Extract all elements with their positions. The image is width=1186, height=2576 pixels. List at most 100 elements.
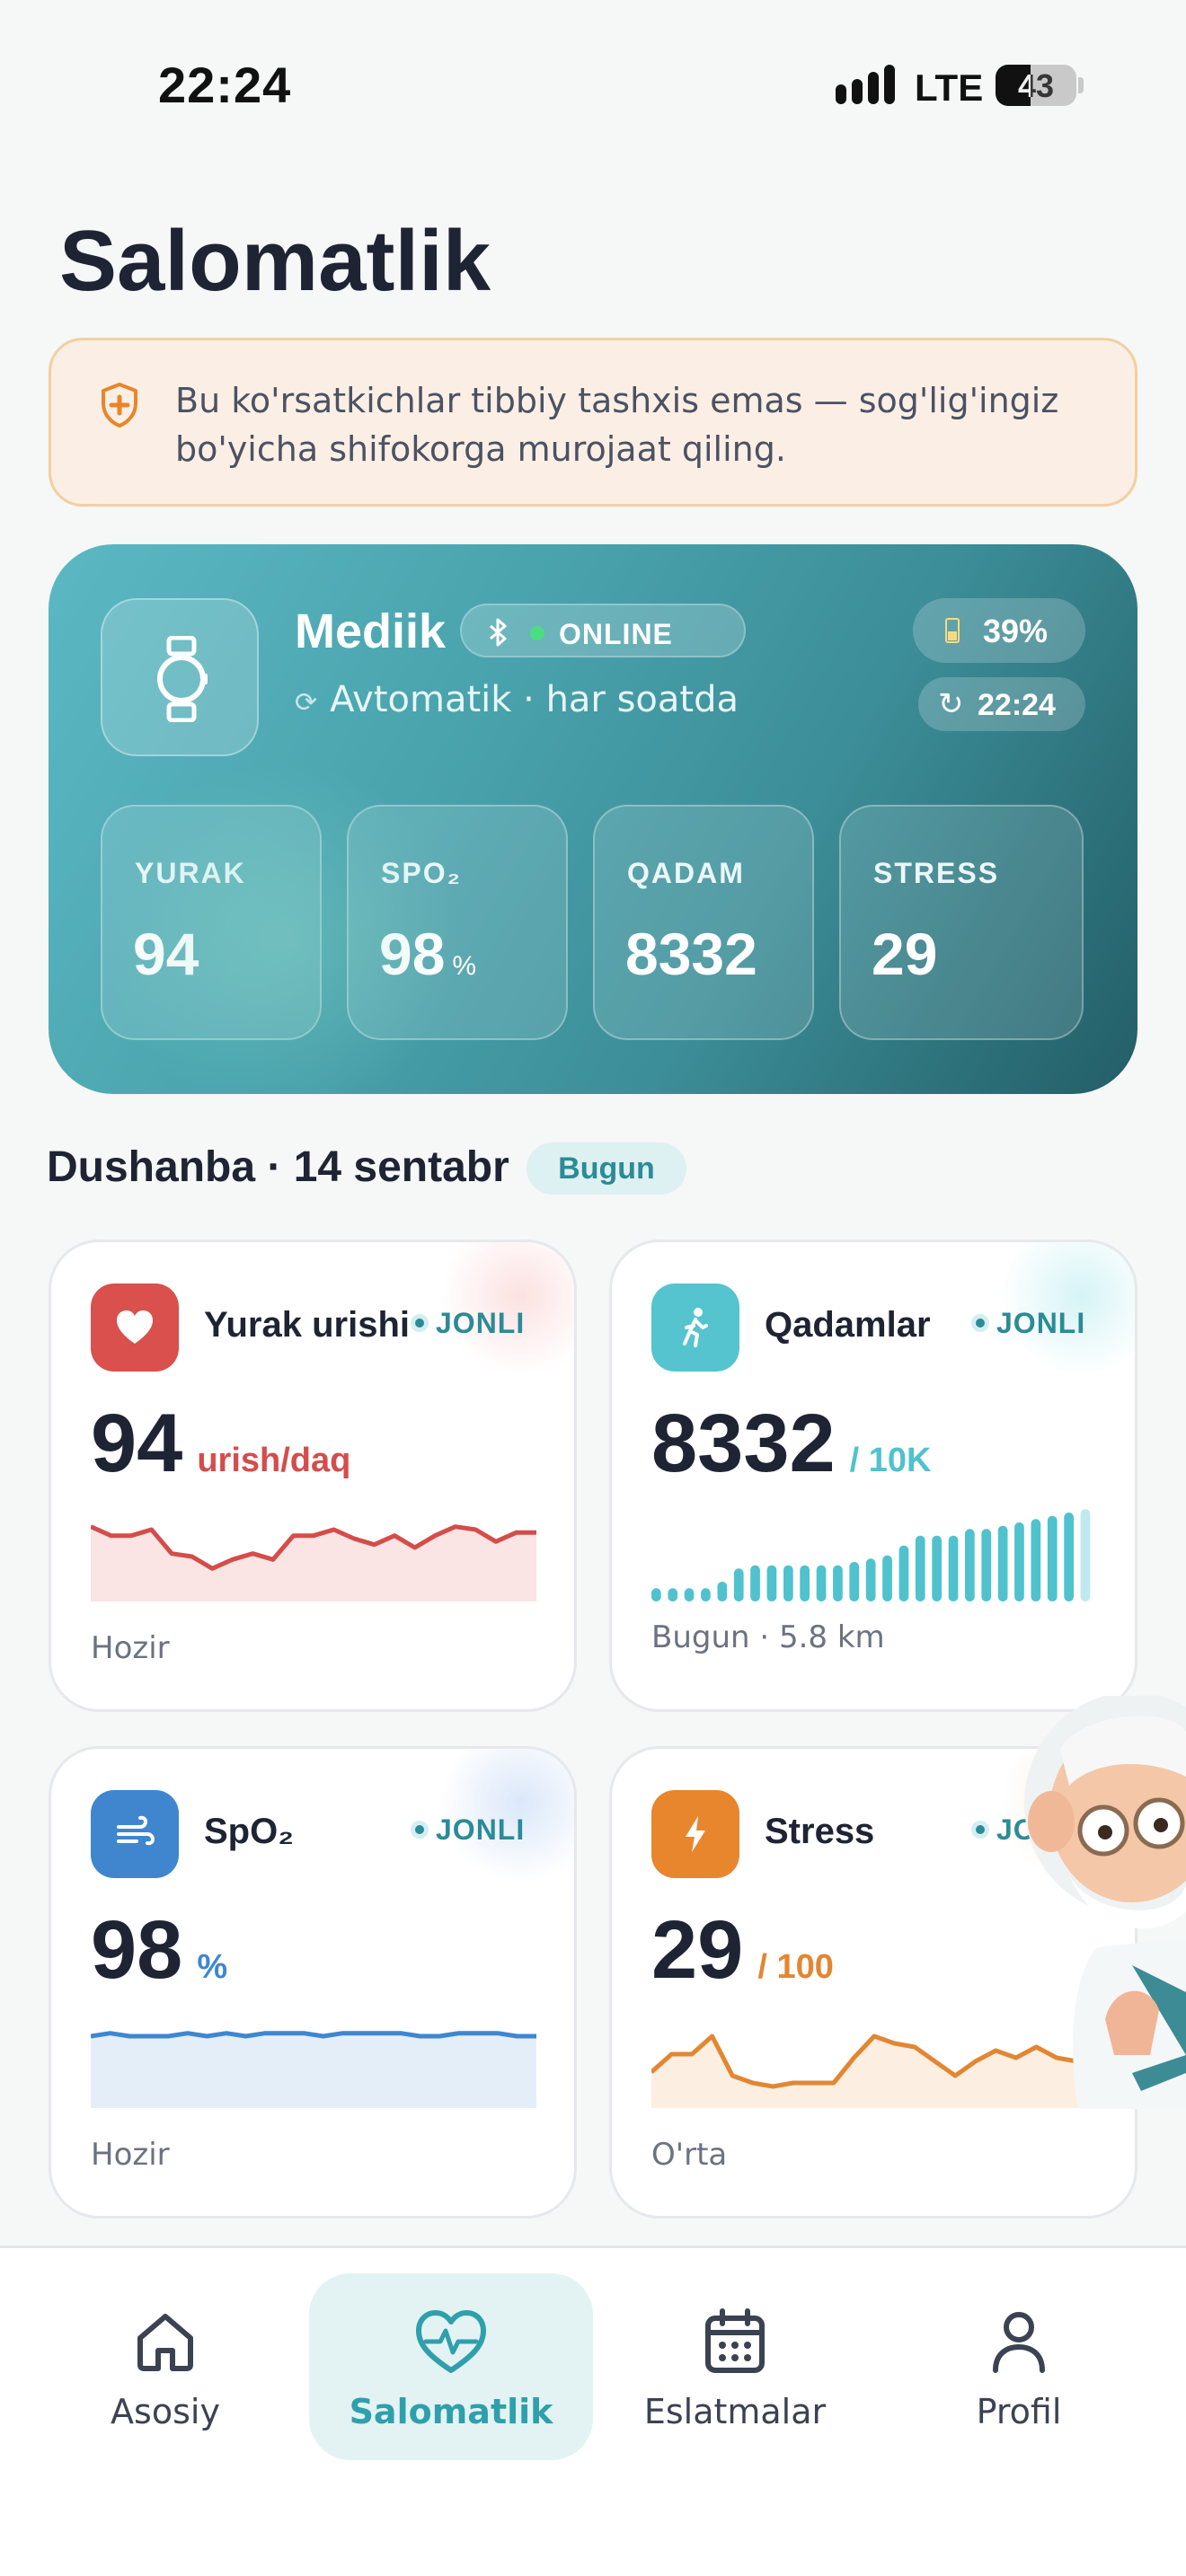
spo2-chart <box>91 2031 536 2108</box>
metric-value: 8332 <box>625 921 757 987</box>
chart-bar <box>800 1565 810 1601</box>
user-icon <box>993 2312 1045 2373</box>
chart-bar <box>1014 1522 1024 1601</box>
live-badge: JONLI <box>971 1307 1085 1340</box>
battery-icon: 43 <box>996 65 1076 106</box>
heart-rate-card[interactable]: Yurak urishi JONLI 94 urish/daq Hozir <box>49 1239 577 1712</box>
steps-value: 8332/ 10K <box>651 1398 932 1489</box>
tab-label: Salomatlik <box>349 2392 553 2431</box>
disclaimer-text: Bu ko'rsatkichlar tibbiy tashxis emas — … <box>175 381 1059 469</box>
chart-bar <box>701 1588 711 1601</box>
metric-label: YURAK <box>135 857 246 889</box>
battery-level: 43 <box>1017 67 1055 104</box>
metric-tile-steps: QADAM 8332 <box>593 805 814 1040</box>
chart-bar <box>717 1582 728 1601</box>
chart-bar <box>733 1568 744 1601</box>
chart-bar <box>816 1565 827 1601</box>
bluetooth-icon <box>490 618 507 647</box>
page-title: Salomatlik <box>59 213 491 309</box>
chart-bar <box>849 1562 860 1601</box>
live-badge: JONLI <box>411 1307 525 1340</box>
bottom-tab-bar: Asosiy Salomatlik Eslatmalar Profil <box>0 2245 1186 2576</box>
network-type: LTE <box>915 66 984 109</box>
card-footer: O'rta <box>651 2137 728 2173</box>
connection-status-label: ONLINE <box>559 618 673 650</box>
chart-bar <box>1047 1515 1058 1601</box>
walking-icon <box>651 1284 739 1372</box>
metric-value: 98% <box>379 921 477 987</box>
device-battery-badge: 39% <box>913 598 1085 663</box>
chart-bar <box>766 1565 777 1601</box>
chart-bar <box>997 1525 1008 1601</box>
disclaimer-banner: Bu ko'rsatkichlar tibbiy tashxis emas — … <box>49 338 1137 507</box>
stress-value: 29/ 100 <box>651 1904 834 1996</box>
device-name: Mediik <box>295 604 447 658</box>
chart-bar <box>882 1555 892 1601</box>
metric-tile-stress: STRESS 29 <box>839 805 1084 1040</box>
sync-icon: ⟳ <box>295 687 318 719</box>
last-sync-button[interactable]: ↻ 22:24 <box>918 677 1085 731</box>
tab-label: Profil <box>976 2392 1062 2431</box>
chart-bar <box>833 1565 843 1601</box>
metric-unit: % <box>452 951 477 981</box>
metric-tile-heart: YURAK 94 <box>101 805 322 1040</box>
chart-bar <box>965 1529 975 1601</box>
tab-home[interactable]: Asosiy <box>23 2273 307 2460</box>
card-title: Qadamlar <box>765 1305 931 1345</box>
chart-bar <box>684 1588 695 1601</box>
chart-bar <box>1080 1509 1091 1601</box>
calendar-icon <box>705 2308 765 2373</box>
spo2-unit: % <box>197 1948 228 1986</box>
watch-icon <box>101 598 259 756</box>
tab-reminders[interactable]: Eslatmalar <box>593 2273 877 2460</box>
connection-status-badge: ONLINE <box>460 604 746 657</box>
lightning-icon <box>651 1790 739 1878</box>
status-time: 22:24 <box>158 57 292 113</box>
chart-bar <box>865 1558 876 1601</box>
chart-area <box>91 2033 536 2108</box>
chart-bar <box>915 1535 925 1601</box>
shield-icon <box>102 383 137 428</box>
doctor-mascot-illustration <box>1024 1696 1186 2109</box>
today-badge[interactable]: Bugun <box>527 1142 686 1195</box>
tab-profile[interactable]: Profil <box>877 2273 1161 2460</box>
steps-goal: / 10K <box>849 1442 932 1479</box>
tab-health[interactable]: Salomatlik <box>309 2273 593 2460</box>
steps-card[interactable]: Qadamlar JONLI 8332/ 10K Bugun · 5.8 km <box>609 1239 1137 1712</box>
online-dot-icon <box>530 626 544 640</box>
steps-chart <box>651 1509 1091 1601</box>
metric-label: STRESS <box>873 857 1000 889</box>
status-bar: 22:24 LTE 43 <box>0 0 1186 162</box>
battery-icon <box>945 618 960 643</box>
chart-bar <box>1031 1519 1041 1601</box>
chart-bar <box>898 1545 909 1601</box>
home-icon <box>137 2314 193 2371</box>
metric-tile-spo2: SPO₂ 98% <box>347 805 568 1040</box>
signal-icon <box>836 65 898 104</box>
card-footer: Hozir <box>91 1630 170 1666</box>
chart-bar <box>981 1529 992 1601</box>
device-card[interactable]: Mediik ONLINE ⟳ Avtomatik · har soatda 39… <box>49 544 1137 1094</box>
last-sync-time: 22:24 <box>978 688 1056 722</box>
metric-value: 94 <box>133 921 199 987</box>
chart-bar <box>1064 1513 1074 1601</box>
tab-label: Eslatmalar <box>643 2392 827 2431</box>
card-title: Yurak urishi <box>204 1305 410 1345</box>
stress-scale: / 100 <box>757 1948 834 1986</box>
chart-bar <box>750 1565 760 1601</box>
metric-value: 29 <box>872 921 938 987</box>
sync-info: ⟳ Avtomatik · har soatda <box>295 679 739 720</box>
tab-label: Asosiy <box>111 2392 220 2431</box>
metric-label: QADAM <box>627 857 745 889</box>
live-badge: JONLI <box>411 1813 525 1847</box>
card-footer: Hozir <box>91 2137 170 2173</box>
chart-bar <box>948 1535 959 1601</box>
metric-label: SPO₂ <box>381 857 462 889</box>
sync-text: Avtomatik · har soatda <box>330 679 739 720</box>
heart-rate-chart <box>91 1524 536 1601</box>
spo2-value: 98% <box>91 1904 228 1996</box>
heart-rate-unit: urish/daq <box>197 1442 351 1479</box>
device-battery-value: 39% <box>983 613 1049 649</box>
spo2-card[interactable]: SpO₂ JONLI 98% Hozir <box>49 1746 577 2219</box>
chart-bar <box>783 1565 793 1601</box>
